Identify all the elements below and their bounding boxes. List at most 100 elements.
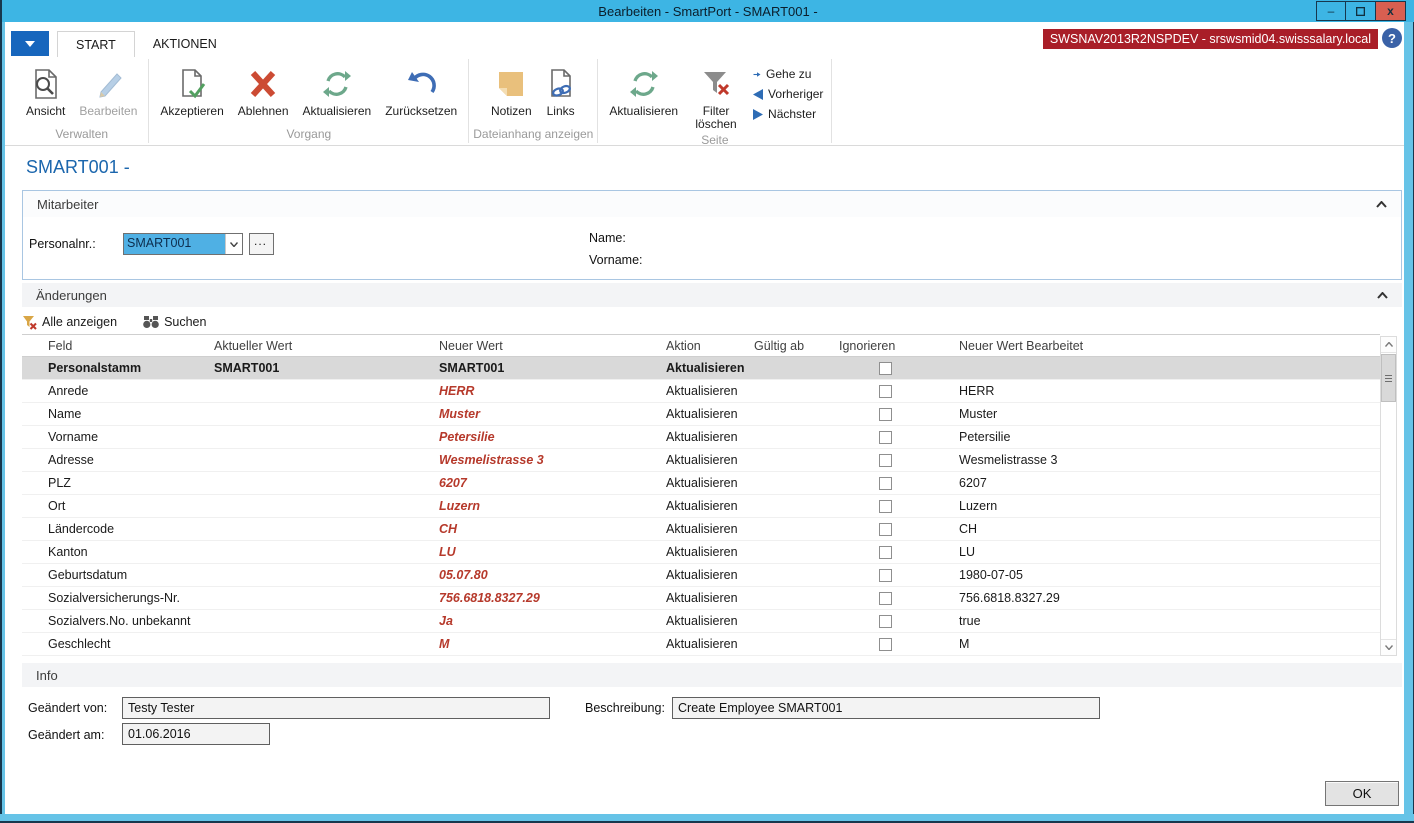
tab-start[interactable]: START — [57, 31, 135, 57]
thumb-grip-icon — [1385, 381, 1392, 382]
ribbon-separator — [597, 59, 598, 143]
group-label-dateianhang: Dateianhang anzeigen — [473, 127, 593, 145]
table-row[interactable]: Adresse Wesmelistrasse 3 Aktualisieren W… — [22, 449, 1380, 472]
column-header-gueltig-ab[interactable]: Gültig ab — [754, 339, 839, 353]
ignorieren-checkbox[interactable] — [879, 500, 892, 513]
ablehnen-button[interactable]: Ablehnen — [231, 61, 296, 120]
cell-feld: Personalstamm — [22, 361, 214, 375]
table-row[interactable]: Geschlecht M Aktualisieren M — [22, 633, 1380, 656]
mitarbeiter-header-label: Mitarbeiter — [37, 197, 98, 212]
maximize-button[interactable] — [1346, 1, 1376, 21]
table-row[interactable]: PLZ 6207 Aktualisieren 6207 — [22, 472, 1380, 495]
group-label-seite: Seite — [602, 133, 827, 147]
naechster-button[interactable]: Nächster — [753, 107, 823, 121]
app-menu-button[interactable] — [11, 31, 49, 56]
ignorieren-checkbox[interactable] — [879, 638, 892, 651]
geaendert-von-value: Testy Tester — [128, 701, 194, 715]
links-button[interactable]: Links — [539, 61, 583, 120]
group-label-vorgang: Vorgang — [153, 127, 464, 145]
geaendert-von-field[interactable]: Testy Tester — [122, 697, 550, 719]
info-header[interactable]: Info — [22, 663, 1402, 687]
mitarbeiter-header[interactable]: Mitarbeiter — [23, 191, 1401, 217]
ansicht-button[interactable]: Ansicht — [19, 61, 72, 120]
table-scrollbar[interactable] — [1380, 336, 1397, 656]
cell-neuer-wert-bearbeitet: 1980-07-05 — [959, 568, 1380, 582]
refresh-icon — [321, 63, 353, 105]
aktualisieren-button[interactable]: Aktualisieren — [296, 61, 379, 120]
ignorieren-checkbox[interactable] — [879, 362, 892, 375]
ignorieren-checkbox[interactable] — [879, 385, 892, 398]
column-header-aktueller-wert[interactable]: Aktueller Wert — [214, 339, 439, 353]
column-header-neuer-wert[interactable]: Neuer Wert — [439, 339, 666, 353]
ignorieren-checkbox[interactable] — [879, 454, 892, 467]
cell-aktion: Aktualisieren — [666, 545, 754, 559]
combobox-dropdown-button[interactable] — [225, 234, 242, 254]
column-header-ignorieren[interactable]: Ignorieren — [839, 339, 959, 353]
chevron-up-icon — [1377, 292, 1388, 299]
ignorieren-checkbox[interactable] — [879, 431, 892, 444]
akzeptieren-button[interactable]: Akzeptieren — [153, 61, 230, 120]
geaendert-am-field[interactable]: 01.06.2016 — [122, 723, 270, 745]
table-row[interactable]: Vorname Petersilie Aktualisieren Petersi… — [22, 426, 1380, 449]
personalnr-combobox[interactable]: SMART001 — [123, 233, 243, 255]
scroll-down-button[interactable] — [1381, 639, 1396, 655]
window-title: Bearbeiten - SmartPort - SMART001 - — [598, 4, 817, 19]
table-row[interactable]: Sozialversicherungs-Nr. 756.6818.8327.29… — [22, 587, 1380, 610]
seite-aktualisieren-button[interactable]: Aktualisieren — [602, 61, 685, 120]
scroll-up-button[interactable] — [1381, 337, 1396, 353]
table-row[interactable]: Geburtsdatum 05.07.80 Aktualisieren 1980… — [22, 564, 1380, 587]
column-header-feld[interactable]: Feld — [22, 339, 214, 353]
cell-aktion: Aktualisieren — [666, 499, 754, 513]
ignorieren-checkbox[interactable] — [879, 569, 892, 582]
cell-aktion: Aktualisieren — [666, 522, 754, 536]
gehe-zu-button[interactable]: Gehe zu — [753, 67, 823, 81]
vorheriger-button[interactable]: Vorheriger — [753, 87, 823, 101]
suchen-button[interactable]: Suchen — [143, 315, 206, 329]
filter-loeschen-button[interactable]: Filter löschen — [685, 61, 747, 133]
scrollbar-thumb[interactable] — [1381, 354, 1396, 402]
ignorieren-checkbox[interactable] — [879, 592, 892, 605]
name-label: Name: — [589, 231, 626, 245]
ignorieren-checkbox[interactable] — [879, 408, 892, 421]
bearbeiten-button[interactable]: Bearbeiten — [72, 61, 144, 120]
cell-neuer-wert-bearbeitet: true — [959, 614, 1380, 628]
window-controls: – x — [1316, 1, 1406, 21]
table-row[interactable]: Anrede HERR Aktualisieren HERR — [22, 380, 1380, 403]
cell-neuer-wert: M — [439, 637, 666, 651]
table-row[interactable]: Kanton LU Aktualisieren LU — [22, 541, 1380, 564]
cell-feld: Anrede — [22, 384, 214, 398]
alle-anzeigen-button[interactable]: Alle anzeigen — [22, 315, 117, 330]
personalnr-lookup-button[interactable]: ... — [249, 233, 274, 255]
cell-feld: Kanton — [22, 545, 214, 559]
cell-aktion: Aktualisieren — [666, 453, 754, 467]
table-row[interactable]: Ort Luzern Aktualisieren Luzern — [22, 495, 1380, 518]
cell-neuer-wert: Petersilie — [439, 430, 666, 444]
table-row[interactable]: Sozialvers.No. unbekannt Ja Aktualisiere… — [22, 610, 1380, 633]
cell-ignorieren — [839, 477, 959, 490]
ignorieren-checkbox[interactable] — [879, 477, 892, 490]
notizen-button[interactable]: Notizen — [484, 61, 539, 120]
ok-button[interactable]: OK — [1325, 781, 1399, 806]
link-document-icon — [546, 63, 576, 105]
cell-aktion: Aktualisieren — [666, 430, 754, 444]
beschreibung-field[interactable]: Create Employee SMART001 — [672, 697, 1100, 719]
zuruecksetzen-button[interactable]: Zurücksetzen — [378, 61, 464, 120]
cell-neuer-wert-bearbeitet: LU — [959, 545, 1380, 559]
ribbon-separator — [831, 59, 832, 143]
cell-neuer-wert: 05.07.80 — [439, 568, 666, 582]
ignorieren-checkbox[interactable] — [879, 523, 892, 536]
close-button[interactable]: x — [1376, 1, 1406, 21]
ignorieren-checkbox[interactable] — [879, 615, 892, 628]
ignorieren-checkbox[interactable] — [879, 546, 892, 559]
cell-feld: Geburtsdatum — [22, 568, 214, 582]
column-header-neuer-wert-bearbeitet[interactable]: Neuer Wert Bearbeitet — [959, 339, 1380, 353]
table-row[interactable]: Name Muster Aktualisieren Muster — [22, 403, 1380, 426]
table-row[interactable]: Ländercode CH Aktualisieren CH — [22, 518, 1380, 541]
help-button[interactable]: ? — [1382, 28, 1402, 48]
table-row[interactable]: Personalstamm SMART001 SMART001 Aktualis… — [22, 357, 1380, 380]
titlebar[interactable]: Bearbeiten - SmartPort - SMART001 - — [0, 0, 1414, 22]
tab-aktionen[interactable]: AKTIONEN — [135, 31, 235, 57]
aenderungen-header[interactable]: Änderungen — [22, 283, 1402, 307]
column-header-aktion[interactable]: Aktion — [666, 339, 754, 353]
minimize-button[interactable]: – — [1316, 1, 1346, 21]
